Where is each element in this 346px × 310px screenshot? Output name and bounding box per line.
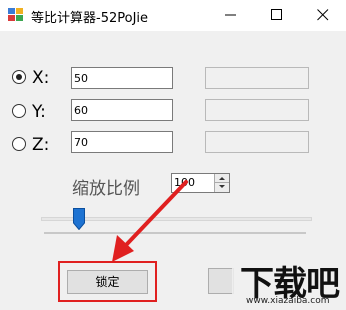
watermark-url: www.xiazaiba.com: [246, 296, 330, 306]
app-window: 等比计算器-52PoJie X: Y: Z: 缩放比例: [0, 0, 346, 310]
